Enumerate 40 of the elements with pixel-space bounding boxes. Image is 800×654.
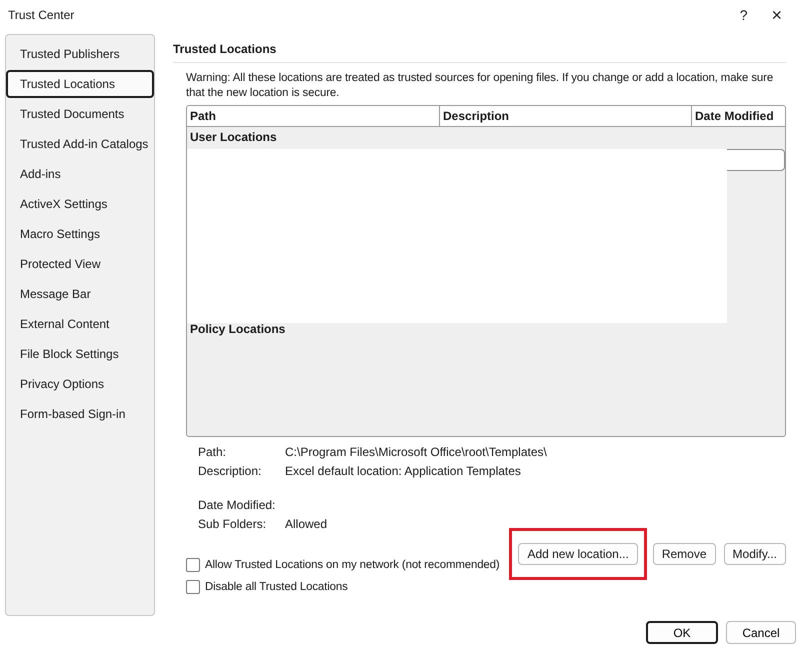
sidebar-item[interactable]: Protected View [6,250,154,278]
window-title: Trust Center [8,8,74,22]
column-header[interactable]: Description [440,106,692,126]
sidebar-item[interactable]: Add-ins [6,160,154,188]
action-button[interactable]: Modify... [724,543,786,565]
detail-value: Excel default location: Application Templates [285,464,521,480]
detail-label: Sub Folders: [198,517,268,533]
checkbox[interactable] [186,558,200,572]
group-heading: Policy Locations [189,321,286,338]
column-header[interactable]: Date Modified [692,106,785,126]
column-header[interactable]: Path [187,106,440,126]
group-heading: User Locations [189,129,278,146]
sidebar-item[interactable]: ActiveX Settings [6,190,154,218]
sidebar-item[interactable]: Trusted Publishers [6,40,154,68]
help-button[interactable]: ? [732,2,756,28]
detail-label: Date Modified: [198,498,276,514]
close-button[interactable]: × [763,2,790,28]
sidebar-item[interactable]: Trusted Locations [6,70,154,98]
checkbox-label: Allow Trusted Locations on my network (not recommended) [205,559,500,571]
sidebar-item[interactable]: External Content [6,310,154,338]
checkbox[interactable] [186,580,200,594]
section-title: Trusted Locations [173,34,786,63]
sidebar-item[interactable]: Macro Settings [6,220,154,248]
sidebar-item[interactable]: File Block Settings [6,340,154,368]
detail-label: Description: [198,464,262,480]
selected-row[interactable] [727,149,785,171]
sidebar-item[interactable]: Message Bar [6,280,154,308]
sidebar-item[interactable]: Form-based Sign-in [6,400,154,428]
detail-value: Allowed [285,517,328,533]
sidebar-item[interactable]: Trusted Documents [6,100,154,128]
warning-text: Warning: All these locations are treated as trusted sources for opening files. If you change or add a location, make sure that the new location is secure. [186,71,774,101]
sidebar-item[interactable]: Trusted Add-in Catalogs [6,130,154,158]
checkbox-label: Disable all Trusted Locations [205,581,348,593]
dialog-button[interactable]: Cancel [726,621,796,644]
detail-label: Path: [198,445,228,461]
action-button[interactable]: Remove [652,543,716,565]
dialog-button[interactable]: OK [646,621,718,644]
sidebar-item[interactable]: Privacy Options [6,370,154,398]
action-button[interactable]: Add new location... [518,543,638,565]
detail-value: C:\Program Files\Microsoft Office\root\Templates\ [285,445,547,461]
